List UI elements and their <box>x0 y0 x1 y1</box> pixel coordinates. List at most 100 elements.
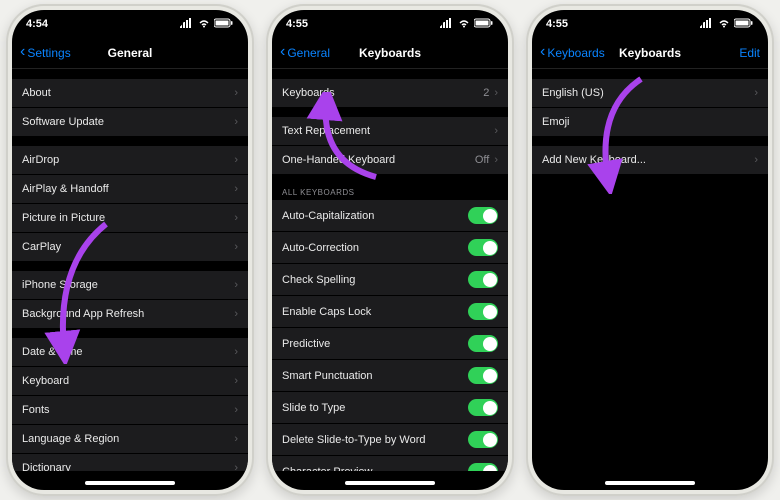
toggle-switch[interactable] <box>468 303 498 320</box>
settings-list[interactable]: About›Software Update›AirDrop›AirPlay & … <box>12 69 248 471</box>
back-button[interactable]: ‹ Settings <box>20 46 71 60</box>
settings-row[interactable]: Delete Slide-to-Type by Word <box>272 424 508 456</box>
row-label: Emoji <box>542 116 570 128</box>
chevron-right-icon: › <box>234 183 238 195</box>
status-time: 4:55 <box>286 18 308 30</box>
settings-row[interactable]: AirDrop› <box>12 146 248 175</box>
toggle-switch[interactable] <box>468 271 498 288</box>
settings-row[interactable]: CarPlay› <box>12 233 248 261</box>
settings-row[interactable]: Smart Punctuation <box>272 360 508 392</box>
settings-group: English (US) › Emoji <box>532 79 768 136</box>
settings-row[interactable]: Auto-Correction <box>272 232 508 264</box>
status-time: 4:54 <box>26 18 48 30</box>
settings-group: ALL KEYBOARDSAuto-CapitalizationAuto-Cor… <box>272 184 508 471</box>
settings-row[interactable]: English (US) › <box>532 79 768 108</box>
chevron-right-icon: › <box>234 433 238 445</box>
chevron-left-icon: ‹ <box>540 44 545 60</box>
row-label: Character Preview <box>282 466 372 472</box>
home-indicator[interactable] <box>85 481 175 485</box>
notch <box>335 10 445 30</box>
settings-row[interactable]: One-Handed KeyboardOff› <box>272 146 508 174</box>
toggle-switch[interactable] <box>468 367 498 384</box>
settings-row[interactable]: Slide to Type <box>272 392 508 424</box>
edit-button[interactable]: Edit <box>739 46 760 60</box>
toggle-switch[interactable] <box>468 399 498 416</box>
chevron-right-icon: › <box>234 212 238 224</box>
settings-group: AirDrop›AirPlay & Handoff›Picture in Pic… <box>12 146 248 261</box>
row-label: Fonts <box>22 404 50 416</box>
settings-list[interactable]: Keyboards2›Text Replacement›One-Handed K… <box>272 69 508 471</box>
row-label: English (US) <box>542 87 604 99</box>
settings-row[interactable]: Picture in Picture › <box>12 204 248 233</box>
row-label: Software Update <box>22 116 104 128</box>
settings-row[interactable]: Dictionary› <box>12 454 248 471</box>
chevron-left-icon: ‹ <box>280 44 285 60</box>
toggle-switch[interactable] <box>468 463 498 471</box>
toggle-switch[interactable] <box>468 239 498 256</box>
chevron-right-icon: › <box>754 87 758 99</box>
settings-list[interactable]: English (US) › Emoji Add New Keyboard... › <box>532 69 768 471</box>
chevron-right-icon: › <box>494 87 498 99</box>
settings-group: Date & Time›Keyboard›Fonts›Language & Re… <box>12 338 248 471</box>
toggle-switch[interactable] <box>468 207 498 224</box>
row-label: Enable Caps Lock <box>282 306 371 318</box>
wifi-icon <box>457 18 471 31</box>
settings-row[interactable]: About› <box>12 79 248 108</box>
settings-row[interactable]: AirPlay & Handoff › <box>12 175 248 204</box>
battery-icon <box>734 18 754 31</box>
settings-row[interactable]: Keyboard› <box>12 367 248 396</box>
back-button[interactable]: ‹ Keyboards <box>540 46 605 60</box>
row-label: Predictive <box>282 338 330 350</box>
settings-row[interactable]: Emoji <box>532 108 768 136</box>
back-button[interactable]: ‹ General <box>280 46 330 60</box>
home-indicator[interactable] <box>345 481 435 485</box>
settings-row[interactable]: Language & Region› <box>12 425 248 454</box>
row-label: About <box>22 87 51 99</box>
status-time: 4:55 <box>546 18 568 30</box>
settings-row[interactable]: Date & Time› <box>12 338 248 367</box>
settings-row[interactable]: Check Spelling <box>272 264 508 296</box>
chevron-right-icon: › <box>494 125 498 137</box>
settings-row[interactable]: Software Update› <box>12 108 248 136</box>
row-label: Picture in Picture <box>22 212 105 224</box>
back-label: Settings <box>27 46 70 60</box>
settings-row[interactable]: Fonts› <box>12 396 248 425</box>
settings-group: Text Replacement›One-Handed KeyboardOff› <box>272 117 508 174</box>
chevron-right-icon: › <box>234 279 238 291</box>
phone-keyboards-settings: 4:55 ‹ General Keyboards Keyboards2› Text… <box>266 4 514 496</box>
settings-row[interactable]: iPhone Storage › <box>12 271 248 300</box>
settings-row[interactable]: Text Replacement› <box>272 117 508 146</box>
settings-row[interactable]: Predictive <box>272 328 508 360</box>
row-label: CarPlay <box>22 241 61 253</box>
row-label: AirPlay & Handoff <box>22 183 109 195</box>
toggle-switch[interactable] <box>468 335 498 352</box>
chevron-right-icon: › <box>754 154 758 166</box>
row-label: Add New Keyboard... <box>542 154 646 166</box>
settings-row[interactable]: Keyboards2› <box>272 79 508 107</box>
wifi-icon <box>197 18 211 31</box>
settings-row[interactable]: Auto-Capitalization <box>272 200 508 232</box>
chevron-left-icon: ‹ <box>20 44 25 60</box>
toggle-switch[interactable] <box>468 431 498 448</box>
settings-group: Keyboards2› <box>272 79 508 107</box>
notch <box>595 10 705 30</box>
settings-row[interactable]: Character Preview <box>272 456 508 471</box>
row-label: Delete Slide-to-Type by Word <box>282 434 425 446</box>
row-value: Off <box>475 154 489 166</box>
settings-row[interactable]: Enable Caps Lock <box>272 296 508 328</box>
home-indicator[interactable] <box>605 481 695 485</box>
row-label: Keyboards <box>282 87 335 99</box>
nav-bar: ‹ General Keyboards <box>272 38 508 69</box>
phone-keyboards-list: 4:55 ‹ Keyboards Keyboards Edit English … <box>526 4 774 496</box>
back-label: General <box>287 46 330 60</box>
chevron-right-icon: › <box>494 154 498 166</box>
row-label: iPhone Storage <box>22 279 98 291</box>
battery-icon <box>214 18 234 31</box>
row-label: AirDrop <box>22 154 59 166</box>
settings-group: iPhone Storage › Background App Refresh› <box>12 271 248 328</box>
settings-row[interactable]: Add New Keyboard... › <box>532 146 768 174</box>
notch <box>75 10 185 30</box>
row-label: Background App Refresh <box>22 308 144 320</box>
row-label: Slide to Type <box>282 402 345 414</box>
settings-row[interactable]: Background App Refresh› <box>12 300 248 328</box>
